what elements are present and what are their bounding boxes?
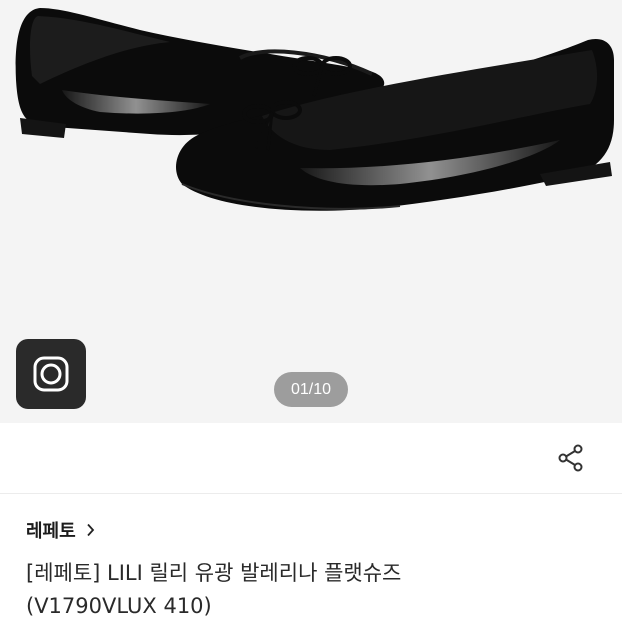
chevron-right-icon [87, 523, 94, 537]
camera-lens-icon [33, 356, 69, 392]
product-title-line2: (V1790VLUX 410) [26, 594, 212, 618]
share-icon [558, 444, 583, 472]
page-indicator: 01/10 [274, 372, 348, 407]
product-title: [레페토] LILI 릴리 유광 발레리나 플랫슈즈 (V1790VLUX 41… [26, 557, 606, 622]
divider [0, 493, 622, 494]
brand-link[interactable]: 레페토 [26, 517, 95, 543]
action-bar [0, 423, 622, 493]
brand-name: 레페토 [26, 521, 76, 541]
product-gallery[interactable]: 01/10 [0, 0, 622, 423]
share-button[interactable] [552, 439, 590, 477]
product-image [15, 8, 614, 211]
product-title-line1: [레페토] LILI 릴리 유광 발레리나 플랫슈즈 [26, 561, 402, 585]
camera-button[interactable] [16, 339, 86, 409]
